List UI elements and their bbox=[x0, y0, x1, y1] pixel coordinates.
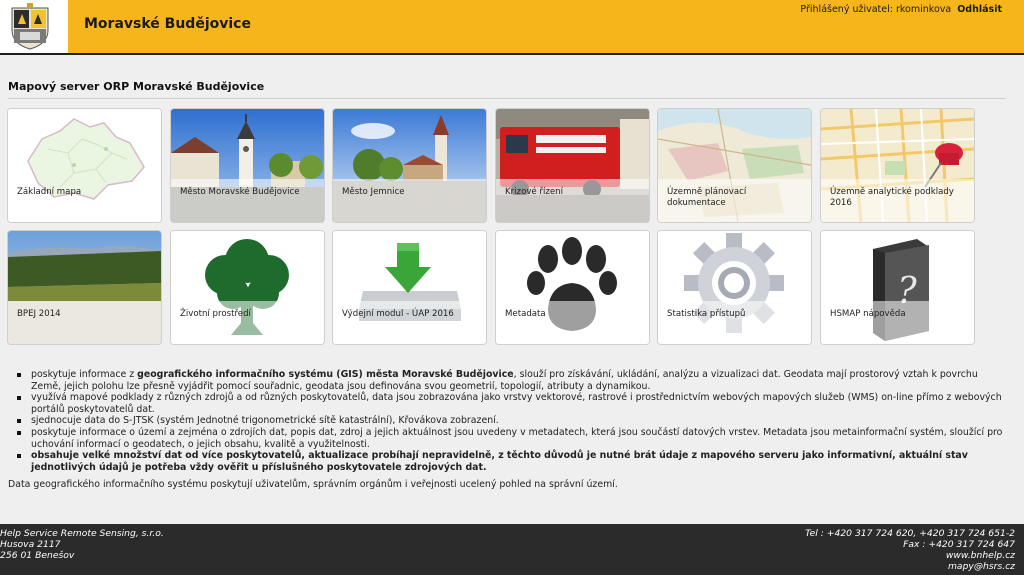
town-title: Moravské Budějovice bbox=[84, 16, 251, 32]
coat-of-arms-icon bbox=[11, 3, 49, 50]
footer-address: Help Service Remote Sensing, s.r.o. Huso… bbox=[0, 528, 164, 561]
list-item: poskytuje informace z geografického info… bbox=[8, 369, 1008, 392]
footer-contacts: Tel : +420 317 724 620, +420 317 724 651… bbox=[805, 528, 1015, 572]
phone-numbers: Tel : +420 317 724 620, +420 317 724 651… bbox=[805, 528, 1015, 539]
tile-label: Územně plánovací dokumentace bbox=[667, 187, 747, 208]
tile-label: Metadata bbox=[505, 309, 546, 319]
tile-moravske-budejovice[interactable]: Město Moravské Budějovice bbox=[170, 108, 325, 223]
user-info: Přihlášený uživatel: rkominkova Odhlásit bbox=[800, 4, 1002, 15]
heading-divider bbox=[8, 98, 1006, 99]
email-link[interactable]: mapy@hsrs.cz bbox=[805, 561, 1015, 572]
tile-label: HSMAP nápověda bbox=[830, 309, 906, 319]
website-link[interactable]: www.bnhelp.cz bbox=[805, 550, 1015, 561]
fax-number: Fax : +420 317 724 647 bbox=[903, 539, 1015, 550]
tile-label: Základní mapa bbox=[17, 187, 82, 197]
tile-help[interactable]: ? HSMAP nápověda bbox=[820, 230, 975, 345]
tile-bpej[interactable]: BPEJ 2014 bbox=[7, 230, 162, 345]
summary-text: Data geografického informačního systému … bbox=[8, 479, 618, 491]
list-item: poskytuje informace o území a zejména o … bbox=[8, 427, 1008, 450]
info-section: poskytuje informace z geografického info… bbox=[8, 369, 1008, 491]
tile-access-statistics[interactable]: Statistika přístupů bbox=[657, 230, 812, 345]
tile-label: Krizové řízení bbox=[505, 187, 563, 197]
tile-jemnice[interactable]: Město Jemnice bbox=[332, 108, 487, 223]
tile-label: BPEJ 2014 bbox=[17, 309, 61, 319]
list-item: využívá mapové podklady z různých zdrojů… bbox=[8, 392, 1008, 415]
logout-link[interactable]: Odhlásit bbox=[957, 4, 1002, 15]
tile-label: Město Moravské Budějovice bbox=[180, 187, 300, 197]
tile-label: Město Jemnice bbox=[342, 187, 405, 197]
footer: Help Service Remote Sensing, s.r.o. Huso… bbox=[0, 524, 1024, 575]
tile-environment[interactable]: Životní prostředí bbox=[170, 230, 325, 345]
list-item: sjednocuje data do S-JTSK (systém Jednot… bbox=[8, 415, 1008, 427]
region-map-icon bbox=[8, 109, 161, 222]
logged-user-label: Přihlášený uživatel: rkominkova bbox=[800, 4, 952, 15]
tile-download-module[interactable]: Výdejní modul - ÚAP 2016 bbox=[332, 230, 487, 345]
tile-basic-map[interactable]: Základní mapa bbox=[7, 108, 162, 223]
tile-planning-documentation[interactable]: Územně plánovací dokumentace bbox=[657, 108, 812, 223]
app-header: Moravské Budějovice Přihlášený uživatel:… bbox=[0, 0, 1024, 55]
tile-crisis-management[interactable]: Krizové řízení bbox=[495, 108, 650, 223]
tile-label: Životní prostředí bbox=[180, 309, 251, 319]
address-city: 256 01 Benešov bbox=[0, 550, 75, 561]
tile-label: Územně analytické podklady 2016 bbox=[830, 187, 954, 208]
tile-label: Statistika přístupů bbox=[667, 309, 746, 319]
info-list: poskytuje informace z geografického info… bbox=[8, 369, 1008, 473]
tile-analytical-data[interactable]: Územně analytické podklady 2016 bbox=[820, 108, 975, 223]
page-title: Mapový server ORP Moravské Budějovice bbox=[8, 80, 265, 93]
company-name: Help Service Remote Sensing, s.r.o. bbox=[0, 528, 164, 539]
list-item: obsahuje velké množství dat od více posk… bbox=[8, 450, 1008, 473]
town-logo[interactable] bbox=[0, 0, 68, 53]
address-street: Husova 2117 bbox=[0, 539, 61, 550]
tile-label: Výdejní modul - ÚAP 2016 bbox=[342, 309, 454, 319]
tile-metadata[interactable]: Metadata bbox=[495, 230, 650, 345]
